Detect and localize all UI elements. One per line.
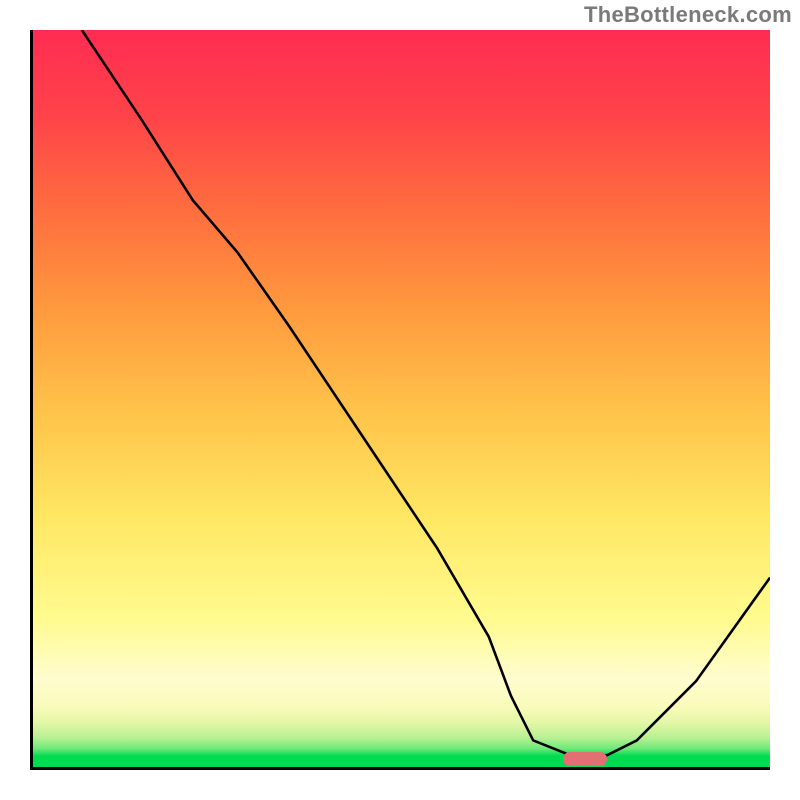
line-chart [30,30,770,770]
plot-area [30,30,770,770]
highlight-marker [563,752,607,766]
chart-container: TheBottleneck.com [0,0,800,800]
chart-line [82,30,770,755]
watermark-text: TheBottleneck.com [584,2,792,28]
